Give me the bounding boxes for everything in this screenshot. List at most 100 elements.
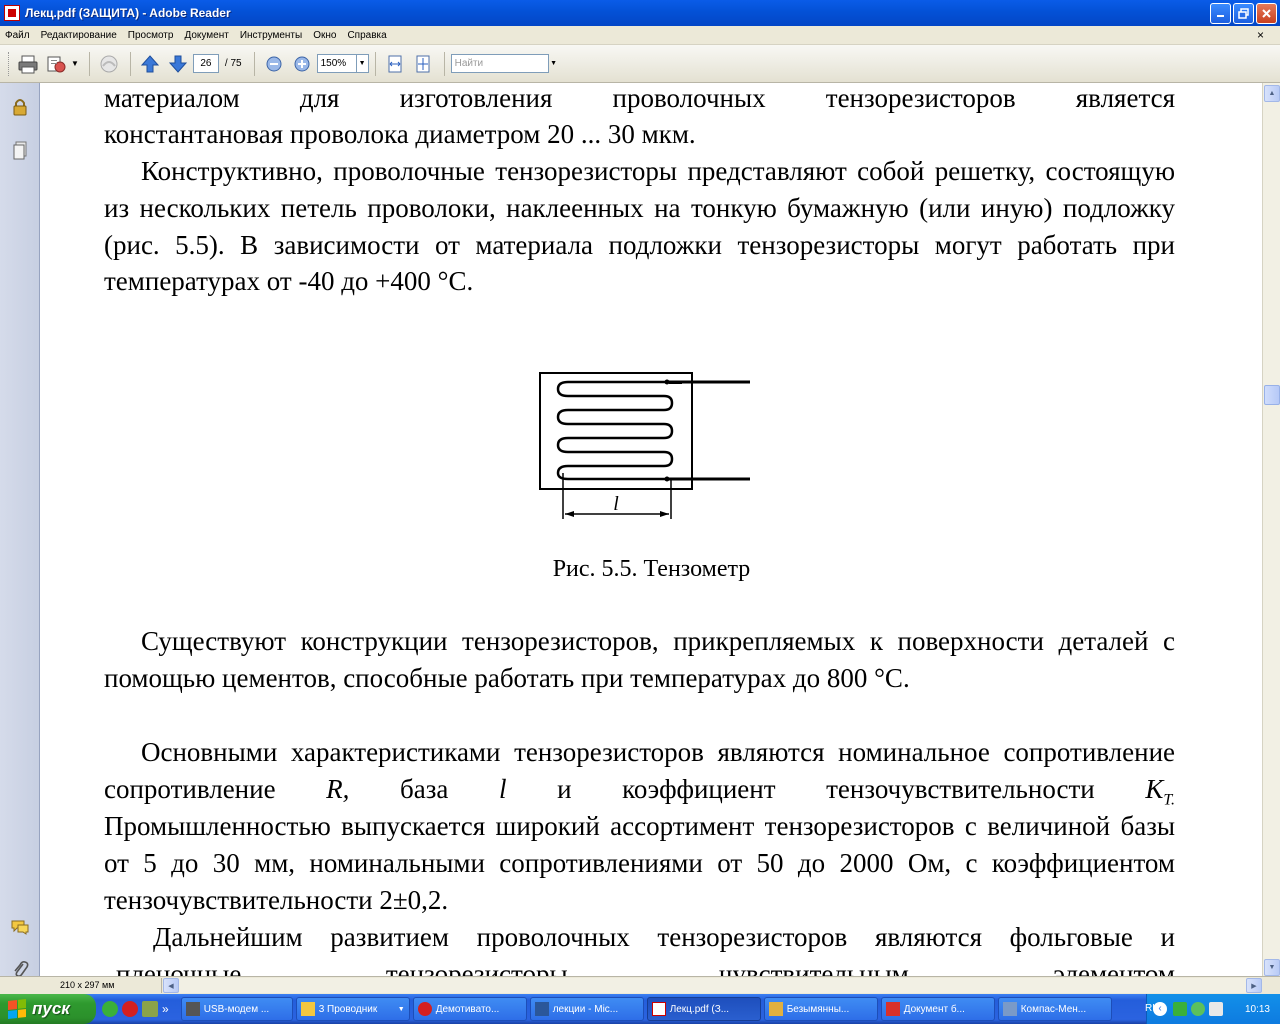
sensitivity-symbol: KT. [1145, 774, 1176, 809]
menu-view[interactable]: Просмотр [128, 30, 174, 41]
task-opera[interactable]: Демотивато... [412, 997, 527, 1021]
paragraph-4-rest: Промышленностью выпускается широкий ассо… [104, 811, 1175, 915]
paragraph-3: Существуют конструкции тензорезисторов, … [104, 623, 1175, 697]
paragraph-4-text-b: база [400, 774, 449, 804]
scroll-up-button[interactable]: ▲ [1264, 85, 1280, 102]
clock[interactable]: 10:13 [1245, 1004, 1270, 1015]
task-paint[interactable]: Безымянны... [763, 997, 878, 1021]
find-dropdown-icon[interactable]: ▼ [549, 54, 559, 73]
toolbar-separator [129, 51, 131, 76]
quick-launch: » [102, 1001, 169, 1017]
windows-flag-icon [8, 999, 26, 1019]
fit-width-button[interactable] [382, 51, 408, 77]
scroll-left-button[interactable]: ◀ [163, 978, 179, 993]
restore-icon [1238, 8, 1249, 19]
share-icon [47, 56, 66, 72]
opera-icon[interactable] [122, 1001, 138, 1017]
volume-icon[interactable] [1209, 1002, 1223, 1016]
menu-tools[interactable]: Инструменты [240, 30, 302, 41]
page-number-input[interactable]: 26 [192, 54, 219, 73]
zoom-dropdown-icon[interactable]: ▼ [356, 54, 369, 73]
task-adobe-reader[interactable]: Лекц.pdf (З... [646, 997, 761, 1021]
modem-icon [185, 1002, 200, 1016]
fit-width-icon [388, 55, 402, 72]
print-button[interactable] [15, 51, 41, 77]
pages-icon[interactable] [10, 141, 30, 161]
paragraph-2: Конструктивно, проволочные тензорезистор… [104, 153, 1175, 300]
vertical-scroll-thumb[interactable] [1264, 385, 1280, 405]
taskbar: пуск » USB-модем ... 3 Проводник ▼ Демоти… [0, 994, 1280, 1024]
toolbar: ▼ 26 / 75 150% ▼ Найти ▼ [0, 45, 1280, 83]
fit-page-icon [416, 55, 430, 72]
collaborate-button[interactable] [96, 51, 122, 77]
close-document-button[interactable]: × [1257, 28, 1264, 42]
toolbar-separator [253, 51, 255, 76]
status-bar: 210 x 297 мм ◀ ▶ [0, 976, 1280, 994]
zoom-out-icon [266, 56, 282, 71]
find-input[interactable]: Найти [450, 54, 549, 73]
task-kompas-manager[interactable]: Компас-Мен... [997, 997, 1112, 1021]
opera-icon [417, 1002, 432, 1016]
fit-page-button[interactable] [410, 51, 436, 77]
task-usb-modem[interactable]: USB-модем ... [180, 997, 293, 1021]
task-explorer[interactable]: 3 Проводник ▼ [295, 997, 410, 1021]
close-window-button[interactable] [1256, 3, 1277, 24]
paint-icon [768, 1002, 783, 1016]
security-lock-icon[interactable] [10, 97, 30, 117]
next-page-button[interactable] [165, 51, 191, 77]
close-icon [1262, 9, 1271, 18]
system-tray: ‹ 10:13 [1146, 994, 1280, 1024]
start-button[interactable]: пуск [0, 994, 96, 1024]
language-indicator[interactable]: RU [1145, 1003, 1159, 1014]
paragraph-1-end: константановая проволока диаметром 20 ..… [104, 119, 696, 149]
toolbar-grip[interactable] [8, 51, 11, 76]
paragraph-5-text: Дальнейшим развитием проволочных тензоре… [116, 922, 1175, 976]
toolbar-separator [443, 51, 445, 76]
quick-launch-icon[interactable] [142, 1001, 158, 1017]
horizontal-scrollbar[interactable]: ◀ ▶ [163, 978, 1262, 993]
scroll-right-button[interactable]: ▶ [1246, 978, 1262, 993]
paragraph-2-text: Конструктивно, проволочные тензорезистор… [104, 156, 1175, 297]
paragraph-4-text-c: и коэффициент тензочувствительности [557, 774, 1095, 804]
previous-page-button[interactable] [137, 51, 163, 77]
scroll-down-button[interactable]: ▼ [1264, 959, 1280, 976]
vertical-scrollbar[interactable]: ▲ ▼ [1262, 83, 1280, 976]
page-size-label: 210 x 297 мм [44, 978, 162, 993]
tray-app-icon[interactable] [1191, 1002, 1205, 1016]
figure-caption: Рис. 5.5. Тензометр [552, 556, 751, 582]
quick-launch-more-icon[interactable]: » [162, 1002, 169, 1016]
menu-edit[interactable]: Редактирование [41, 30, 117, 41]
base-length-label: l [613, 493, 619, 515]
minimize-button[interactable] [1210, 3, 1231, 24]
zoom-in-button[interactable] [289, 51, 315, 77]
menu-file[interactable]: Файл [5, 30, 30, 41]
paragraph-3-text: Существуют конструкции тензорезисторов, … [104, 626, 1175, 693]
zoom-out-button[interactable] [261, 51, 287, 77]
navigation-panel [0, 83, 40, 978]
task-word[interactable]: лекции - Mic... [529, 997, 644, 1021]
start-label: пуск [32, 999, 70, 1018]
menu-window[interactable]: Окно [313, 30, 336, 41]
paragraph-4-line-1: Основными характеристиками тензорезистор… [104, 734, 1175, 771]
paragraph-4-text-a: Основными характеристиками тензорезистор… [141, 737, 1175, 767]
window-title: Лекц.pdf (ЗАЩИТА) - Adobe Reader [25, 6, 231, 20]
menu-document[interactable]: Документ [184, 30, 228, 41]
printer-icon [18, 55, 38, 73]
comments-icon[interactable] [10, 917, 30, 937]
quick-launch-icon[interactable] [102, 1001, 118, 1017]
collaborate-icon [100, 55, 118, 72]
document-view[interactable]: материалом для изготовления проволочных … [41, 83, 1262, 976]
minimize-icon [1217, 15, 1224, 17]
toolbar-separator [374, 51, 376, 76]
page-total: / 75 [224, 58, 242, 69]
title-bar: Лекц.pdf (ЗАЩИТА) - Adobe Reader [0, 0, 1280, 26]
arrow-down-icon [168, 55, 188, 73]
zoom-level-input[interactable]: 150% [316, 54, 357, 73]
network-icon[interactable] [1173, 1002, 1187, 1016]
share-dropdown-icon[interactable]: ▼ [71, 59, 79, 68]
task-document[interactable]: Документ б... [880, 997, 995, 1021]
folder-icon [300, 1002, 315, 1016]
share-button[interactable] [43, 51, 69, 77]
restore-button[interactable] [1233, 3, 1254, 24]
menu-help[interactable]: Справка [347, 30, 386, 41]
